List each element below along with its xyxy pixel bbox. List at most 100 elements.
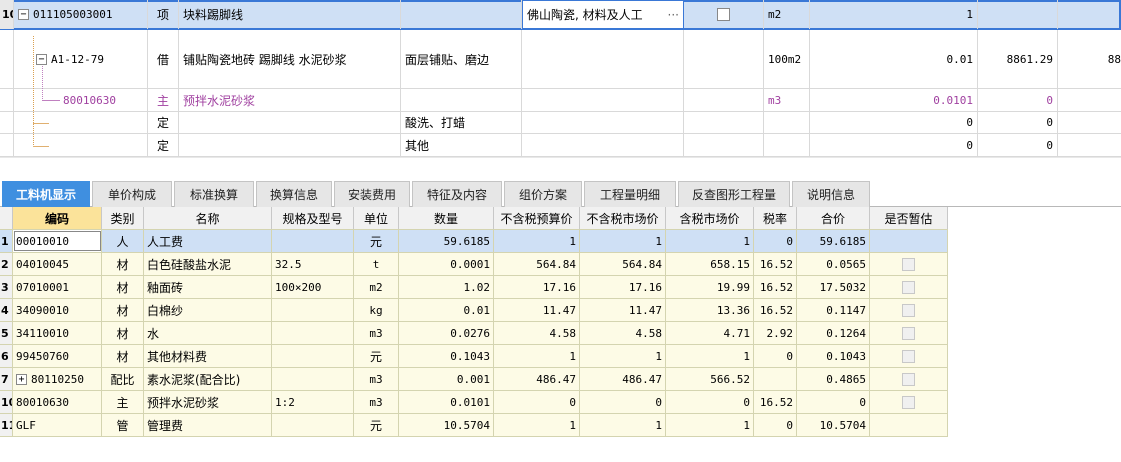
spec-cell[interactable] [272,230,354,252]
table-row[interactable]: 1 00010010 人 人工费 元 59.6185 1 1 1 0 59.61… [0,230,948,253]
provisional-checkbox[interactable] [902,395,915,409]
name-cell[interactable]: 水 [144,322,272,344]
col-header-name[interactable]: 名称 [144,207,272,229]
name-cell[interactable]: 铺贴陶瓷地砖 踢脚线 水泥砂浆 [179,30,401,88]
col-header-total[interactable]: 合价 [797,207,870,229]
code-cell[interactable]: 80010630 [13,391,102,413]
tab-install-fee[interactable]: 安装费用 [334,181,410,207]
spec-cell[interactable]: 1:2 [272,391,354,413]
tax-market-price-cell[interactable]: 1 [666,230,754,252]
quantity-cell[interactable]: 0.1043 [399,345,494,367]
code-cell[interactable]: GLF [13,414,102,436]
spec-cell[interactable] [272,414,354,436]
feature-cell[interactable]: 面层铺贴、磨边 [401,30,522,88]
quantity-cell[interactable]: 10.5704 [399,414,494,436]
tab-unit-price[interactable]: 单价构成 [92,181,172,207]
spec-edit-field[interactable]: 佛山陶瓷, 材料及人工 ··· [522,0,684,29]
spec-cell[interactable] [272,345,354,367]
more-button[interactable]: ··· [668,8,679,22]
quantity-cell[interactable]: 0.0001 [399,253,494,275]
code-cell[interactable]: 34110010 [13,322,102,344]
tax-market-price-cell[interactable]: 13.36 [666,299,754,321]
tax-rate-cell[interactable]: 2.92 [754,322,797,344]
name-cell[interactable]: 预拌水泥砂浆 [144,391,272,413]
qty-cell[interactable]: 0 [810,134,978,156]
name-cell[interactable]: 白色硅酸盐水泥 [144,253,272,275]
table-row[interactable]: 定 其他 0 0 [0,134,1121,157]
table-row[interactable]: − A1-12-79 借 铺贴陶瓷地砖 踢脚线 水泥砂浆 面层铺贴、磨边 100… [0,30,1121,89]
name-cell[interactable]: 人工费 [144,230,272,252]
spec-cell[interactable] [272,368,354,390]
code-cell[interactable]: − 011105003001 [14,0,148,29]
tax-rate-cell[interactable]: 0 [754,414,797,436]
code-cell[interactable]: 34090010 [13,299,102,321]
table-row[interactable]: 11 GLF 管 管理费 元 10.5704 1 1 1 0 10.5704 [0,414,948,437]
tax-rate-cell[interactable] [754,368,797,390]
tax-market-price-cell[interactable]: 0 [666,391,754,413]
tab-features[interactable]: 特征及内容 [412,181,502,207]
quantity-cell[interactable]: 0.0276 [399,322,494,344]
provisional-checkbox[interactable] [902,326,915,340]
qty-cell[interactable]: 0.0101 [810,89,978,111]
market-price-cell[interactable]: 1 [580,230,666,252]
tax-rate-cell[interactable]: 0 [754,230,797,252]
code-cell[interactable]: 04010045 [13,253,102,275]
code-cell[interactable]: 99450760 [13,345,102,367]
table-row[interactable]: 定 酸洗、打蜡 0 0 [0,112,1121,134]
qty-cell[interactable]: 0 [810,112,978,133]
provisional-cell[interactable] [870,368,948,390]
market-price-cell[interactable]: 17.16 [580,276,666,298]
provisional-checkbox[interactable] [902,303,915,317]
budget-price-cell[interactable]: 564.84 [494,253,580,275]
name-cell[interactable]: 釉面砖 [144,276,272,298]
quantity-cell[interactable]: 1.02 [399,276,494,298]
quantity-cell[interactable]: 0.0101 [399,391,494,413]
checkbox-cell[interactable] [684,0,764,29]
name-cell[interactable]: 块料踢脚线 [179,0,401,29]
provisional-checkbox[interactable] [902,257,915,271]
spec-cell[interactable] [272,322,354,344]
tax-rate-cell[interactable]: 0 [754,345,797,367]
col-header-provisional[interactable]: 是否暂估 [870,207,948,229]
provisional-cell[interactable] [870,345,948,367]
provisional-cell[interactable] [870,253,948,275]
code-cell[interactable]: − A1-12-79 [14,30,148,88]
tab-pricing-plan[interactable]: 组价方案 [504,181,582,207]
code-cell[interactable]: 00010010 [13,230,102,252]
col-header-quantity[interactable]: 数量 [399,207,494,229]
code-cell[interactable]: + 80110250 [13,368,102,390]
collapse-icon[interactable]: − [18,9,29,20]
tab-description[interactable]: 说明信息 [792,181,870,207]
name-cell[interactable]: 其他材料费 [144,345,272,367]
qty-cell[interactable]: 1 [810,0,978,29]
tax-market-price-cell[interactable]: 566.52 [666,368,754,390]
market-price-cell[interactable]: 564.84 [580,253,666,275]
budget-price-cell[interactable]: 1 [494,230,580,252]
quantity-cell[interactable]: 59.6185 [399,230,494,252]
spec-cell[interactable]: 100×200 [272,276,354,298]
budget-price-cell[interactable]: 1 [494,414,580,436]
provisional-checkbox[interactable] [902,280,915,294]
name-cell[interactable]: 预拌水泥砂浆 [179,89,401,111]
provisional-cell[interactable] [870,322,948,344]
tax-rate-cell[interactable]: 16.52 [754,391,797,413]
col-header-code[interactable]: 编码 [13,207,102,229]
spec-cell[interactable] [522,112,684,133]
table-row[interactable]: 2 04010045 材 白色硅酸盐水泥 32.5 t 0.0001 564.8… [0,253,948,276]
tax-market-price-cell[interactable]: 1 [666,345,754,367]
col-header-category[interactable]: 类别 [102,207,144,229]
tax-market-price-cell[interactable]: 658.15 [666,253,754,275]
name-cell[interactable] [179,134,401,156]
feature-cell[interactable]: 酸洗、打蜡 [401,112,522,133]
col-header-market-price[interactable]: 不含税市场价 [580,207,666,229]
code-cell[interactable]: 07010001 [13,276,102,298]
qty-cell[interactable]: 0.01 [810,30,978,88]
expand-icon[interactable]: + [16,373,27,385]
market-price-cell[interactable]: 0 [580,391,666,413]
code-cell[interactable]: 80010630 [14,89,148,111]
spec-cell[interactable] [272,299,354,321]
budget-price-cell[interactable]: 11.47 [494,299,580,321]
checkbox[interactable] [717,8,730,21]
market-price-cell[interactable]: 11.47 [580,299,666,321]
table-row[interactable]: 6 99450760 材 其他材料费 元 0.1043 1 1 1 0 0.10… [0,345,948,368]
